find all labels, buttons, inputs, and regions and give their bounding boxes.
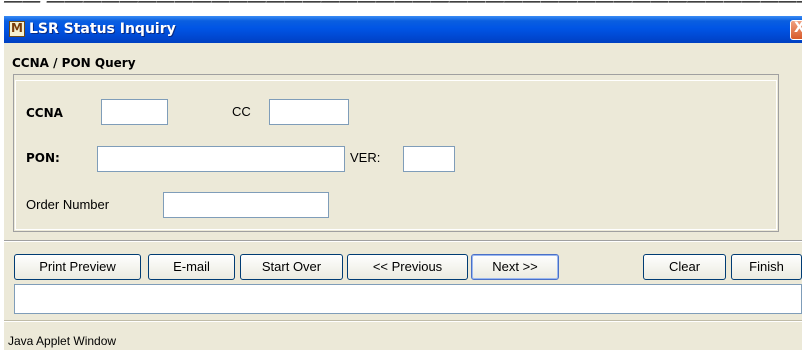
- applet-window-label: Java Applet Window: [8, 334, 117, 348]
- previous-button[interactable]: << Previous: [347, 254, 468, 280]
- close-icon[interactable]: X: [794, 20, 802, 36]
- ver-label: VER:: [350, 150, 381, 165]
- email-button[interactable]: E-mail: [148, 254, 235, 280]
- order-number-label: Order Number: [26, 197, 110, 212]
- status-message-field: [14, 284, 802, 314]
- section-title: CCNA / PON Query: [12, 56, 136, 70]
- applet-status-bar: Java Applet Window: [4, 321, 802, 351]
- app-icon: M: [9, 21, 25, 37]
- cc-label: CC: [232, 104, 251, 119]
- ccna-label: CCNA: [26, 106, 63, 120]
- close-button[interactable]: X: [790, 20, 802, 40]
- finish-button[interactable]: Finish: [731, 254, 802, 280]
- cropped-heading-text: ―― ―――――――――――――――――――――――――――――――――――――…: [4, 0, 802, 12]
- separator: [4, 240, 802, 242]
- ccna-input[interactable]: [101, 99, 168, 125]
- app-icon-glyph: M: [11, 21, 23, 35]
- pon-label: PON:: [26, 151, 60, 165]
- order-number-input[interactable]: [163, 192, 329, 218]
- next-button[interactable]: Next >>: [471, 254, 559, 280]
- window-title: LSR Status Inquiry: [29, 21, 176, 37]
- start-over-button[interactable]: Start Over: [240, 254, 343, 280]
- title-bar[interactable]: M LSR Status Inquiry X: [4, 16, 802, 43]
- cc-input[interactable]: [269, 99, 349, 125]
- clear-button[interactable]: Clear: [643, 254, 726, 280]
- pon-input[interactable]: [97, 146, 345, 172]
- applet-window: M LSR Status Inquiry X CCNA / PON Query …: [4, 16, 802, 350]
- print-preview-button[interactable]: Print Preview: [14, 254, 141, 280]
- ver-input[interactable]: [403, 146, 455, 172]
